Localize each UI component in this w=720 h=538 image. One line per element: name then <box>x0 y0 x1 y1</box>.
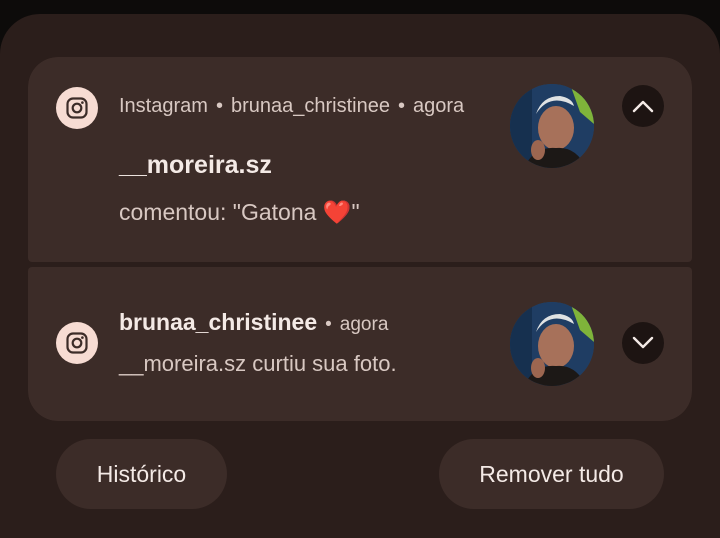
separator-dot: • <box>397 95 405 117</box>
notification-time: agora <box>339 314 389 335</box>
app-name: Instagram <box>119 95 208 117</box>
instagram-icon <box>56 87 98 129</box>
instagram-icon <box>56 322 98 364</box>
collapse-button[interactable] <box>622 85 664 127</box>
heart-emoji-icon: ❤️ <box>322 199 352 225</box>
notification-body: comentou: "Gatona ❤️" <box>119 199 360 226</box>
account-name: brunaa_christinee <box>230 95 390 117</box>
notification-title: __moreira.sz <box>119 151 272 179</box>
separator-dot: • <box>325 314 332 335</box>
clear-all-button[interactable]: Remover tudo <box>439 439 664 509</box>
separator-dot: • <box>215 95 223 117</box>
avatar <box>510 84 594 168</box>
comment-text: comentou: "Gatona <box>119 199 323 225</box>
notification-header: Instagram • brunaa_christinee • agora <box>119 95 464 118</box>
account-name: brunaa_christinee <box>119 309 318 335</box>
chevron-up-icon <box>632 100 654 113</box>
notification-like[interactable]: brunaa_christinee • agora __moreira.sz cur… <box>28 267 692 421</box>
comment-text-end: " <box>351 199 360 225</box>
expand-button[interactable] <box>622 322 664 364</box>
avatar <box>510 302 594 386</box>
notification-title: brunaa_christinee • agora <box>119 309 388 336</box>
notification-group: Instagram • brunaa_christinee • agora __more… <box>28 57 692 421</box>
history-button[interactable]: Histórico <box>56 439 227 509</box>
notification-body: __moreira.sz curtiu sua foto. <box>119 351 397 376</box>
notification-comment[interactable]: Instagram • brunaa_christinee • agora __more… <box>28 57 692 262</box>
chevron-down-icon <box>632 336 654 349</box>
notification-time: agora <box>412 95 465 117</box>
